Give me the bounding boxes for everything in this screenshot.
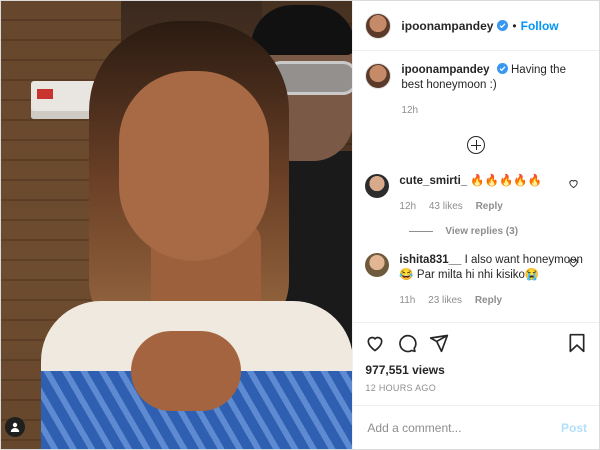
comment-avatar[interactable] (365, 174, 390, 198)
heart-icon[interactable] (365, 333, 385, 353)
post-photo[interactable] (1, 1, 353, 449)
reply-button[interactable]: Reply (476, 201, 503, 212)
instagram-post: ipoonampandey • Follow ipoonampandey Hav… (0, 0, 600, 450)
comment-likes[interactable]: 23 likes (428, 295, 462, 306)
photo-woman-face (119, 71, 269, 261)
comment-icon[interactable] (397, 333, 418, 353)
user-tag-icon[interactable] (5, 417, 25, 437)
comment-likes[interactable]: 43 likes (429, 201, 463, 212)
heart-icon[interactable] (568, 178, 579, 189)
author-username[interactable]: ipoonampandey (401, 19, 493, 33)
view-replies-button[interactable]: View replies (3) (409, 226, 587, 237)
post-comment-button[interactable]: Post (561, 421, 587, 435)
add-comment-bar: Post (353, 405, 599, 449)
photo-hand (131, 331, 241, 411)
comment-username[interactable]: ishita831__ (399, 254, 461, 266)
comment-username[interactable]: cute_smirti_ (399, 175, 467, 187)
next-comment-preview (409, 314, 587, 322)
load-more-plus-icon[interactable] (467, 136, 486, 154)
follow-button[interactable]: Follow (521, 19, 559, 33)
verified-icon (496, 63, 508, 74)
post-timestamp[interactable]: 12 HOURS AGO (365, 383, 587, 393)
post-side-panel: ipoonampandey • Follow ipoonampandey Hav… (352, 1, 599, 449)
caption-row: ipoonampandey Having the best honeymoon … (365, 63, 587, 118)
view-replies-label: View replies (3) (445, 226, 519, 237)
verified-icon (497, 20, 509, 31)
view-count[interactable]: 977,551 views (365, 363, 587, 377)
comment-age: 11h (399, 295, 416, 306)
reply-button[interactable]: Reply (475, 295, 502, 306)
comment-input[interactable] (365, 419, 561, 436)
caption-age: 12h (401, 105, 419, 116)
share-icon[interactable] (429, 333, 449, 353)
post-actions: 977,551 views 12 HOURS AGO (353, 322, 599, 393)
comment-row: cute_smirti_ 🔥🔥🔥🔥🔥 12h 43 likes Reply (365, 174, 587, 214)
comment-row: ishita831__ I also want honeymoon😂 Par m… (365, 253, 587, 308)
comment-age: 12h (399, 201, 417, 212)
comments-section: ipoonampandey Having the best honeymoon … (353, 51, 599, 322)
save-icon[interactable] (567, 333, 587, 353)
replies-divider (409, 231, 434, 232)
caption-avatar[interactable] (365, 63, 392, 89)
comment-text: 🔥🔥🔥🔥🔥 (470, 175, 542, 187)
caption-username[interactable]: ipoonampandey (401, 64, 489, 76)
heart-icon[interactable] (568, 257, 579, 268)
post-header: ipoonampandey • Follow (353, 1, 599, 51)
author-avatar[interactable] (365, 12, 392, 39)
comment-avatar[interactable] (365, 253, 390, 277)
header-separator: • (512, 18, 517, 33)
